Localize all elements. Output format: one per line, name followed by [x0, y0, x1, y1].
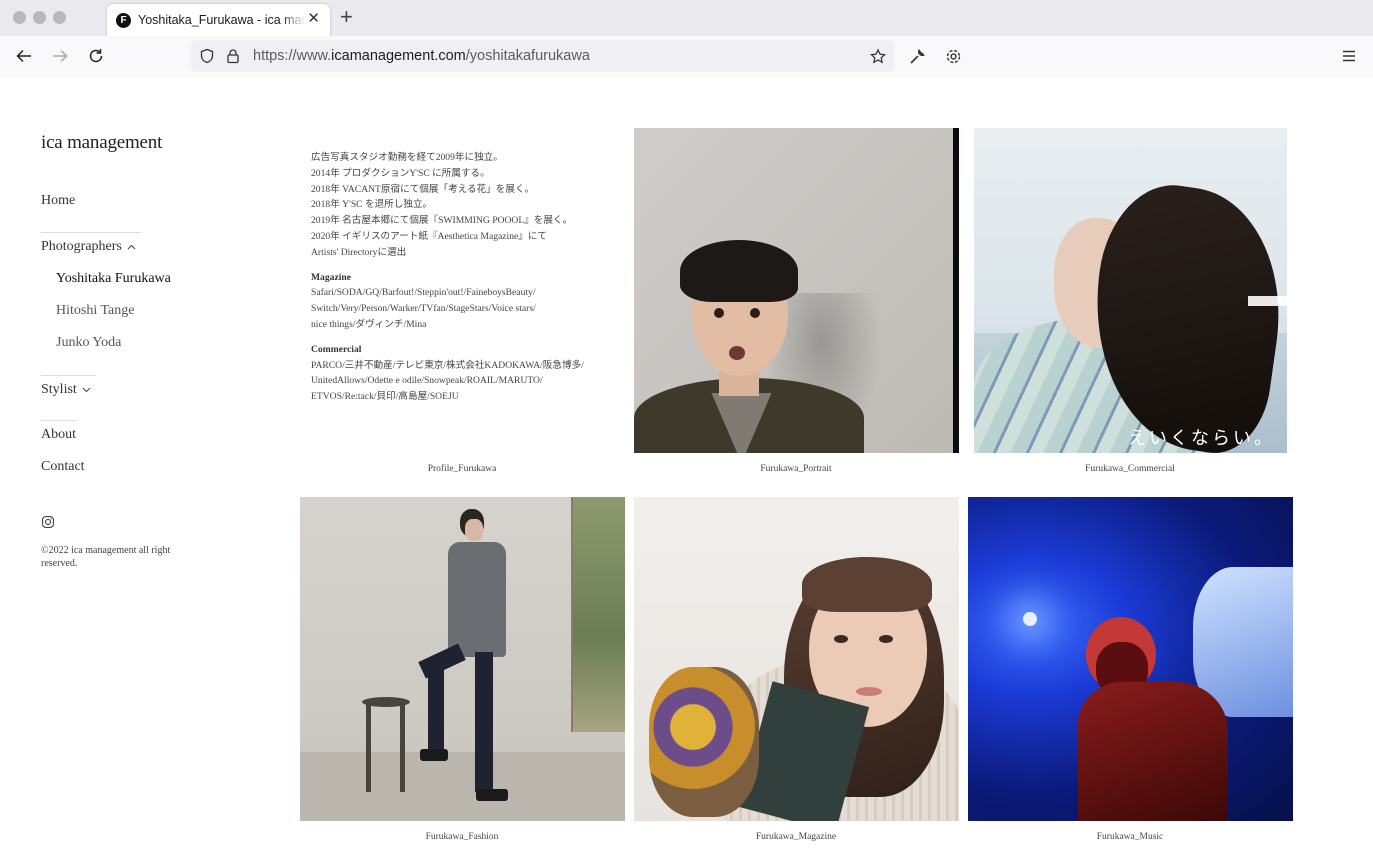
bookmark-star-icon[interactable]	[870, 47, 886, 64]
caption-magazine[interactable]: Furukawa_Magazine	[646, 832, 946, 842]
nav-divider	[41, 420, 77, 421]
gear-icon	[946, 49, 960, 63]
caption-music[interactable]: Furukawa_Music	[980, 832, 1280, 842]
nav-photographer-yoshitaka-furukawa[interactable]: Yoshitaka Furukawa	[56, 271, 171, 287]
bio-line: 2019年 名古屋本郷にて個展『SWIMMING POOOL』を展く。	[311, 215, 573, 227]
instagram-icon[interactable]	[42, 516, 54, 528]
magazine-line: nice things/ダヴィンチ/Mina	[311, 318, 427, 330]
caption-commercial[interactable]: Furukawa_Commercial	[980, 464, 1280, 474]
forward-button[interactable]	[48, 44, 72, 68]
nav-divider	[41, 232, 141, 233]
browser-tab-active[interactable]: F Yoshitaka_Furukawa - ica management ✕	[107, 4, 330, 36]
commercial-line: ETVOS/Re:tack/貝印/高島屋/SOEJU	[311, 391, 459, 403]
profile-bio: 広告写真スタジオ勤務を経て2009年に独立。 2014年 プロダクションY'SC…	[311, 150, 616, 261]
menu-button[interactable]	[1337, 44, 1361, 68]
thumb-magazine[interactable]	[634, 497, 959, 821]
nav-stylist[interactable]: Stylist	[41, 382, 91, 398]
nav-contact[interactable]: Contact	[41, 459, 85, 475]
chevron-up-icon	[127, 244, 136, 250]
reload-button[interactable]	[84, 44, 108, 68]
commercial-line: PARCO/三井不動産/テレビ東京/株式会社KADOKAWA/阪急博多/	[311, 359, 584, 371]
magazine-line: Safari/SODA/GQ/Barfout!/Steppin'out!/Fai…	[311, 287, 536, 299]
nav-photographer-hitoshi-tange[interactable]: Hitoshi Tange	[56, 303, 134, 319]
page-content: ica management Home Photographers Yoshit…	[0, 78, 1373, 865]
thumb-commercial[interactable]: えいくならい。	[974, 128, 1287, 453]
back-button[interactable]	[12, 44, 36, 68]
wrench-icon	[910, 48, 925, 63]
profile-text[interactable]: 広告写真スタジオ勤務を経て2009年に独立。 2014年 プロダクションY'SC…	[311, 150, 616, 405]
tab-title: Yoshitaka_Furukawa - ica management	[138, 13, 306, 27]
nav-stylist-label: Stylist	[41, 382, 77, 397]
nav-photographer-junko-yoda[interactable]: Junko Yoda	[56, 335, 121, 351]
favicon-icon: F	[116, 13, 131, 28]
copyright-text: ©2022 ica management all right reserved.	[41, 545, 171, 569]
nav-divider	[41, 375, 96, 376]
settings-button[interactable]	[941, 44, 965, 68]
wrench-button[interactable]	[905, 44, 929, 68]
address-bar[interactable]: https://www.icamanagement.com/yoshitakaf…	[191, 40, 894, 72]
caption-portrait[interactable]: Furukawa_Portrait	[646, 464, 946, 474]
commercial-line: UnitedAllows/Odette e odile/Snowpeak/ROA…	[311, 375, 543, 387]
reload-icon	[89, 49, 103, 63]
back-arrow-icon	[16, 49, 31, 63]
thumb-music[interactable]	[968, 497, 1293, 821]
forward-arrow-icon	[53, 49, 68, 63]
nav-home[interactable]: Home	[41, 193, 75, 209]
nav-photographers[interactable]: Photographers	[41, 239, 136, 255]
url-text[interactable]: https://www.icamanagement.com/yoshitakaf…	[253, 48, 590, 64]
caption-profile[interactable]: Profile_Furukawa	[312, 464, 612, 474]
maximize-window-button[interactable]	[53, 11, 66, 24]
nav-toolbar: https://www.icamanagement.com/yoshitakaf…	[0, 36, 1373, 78]
bio-line: 2020年 イギリスのアート紙『Aesthetica Magazine』にて	[311, 230, 548, 242]
chevron-down-icon	[82, 387, 91, 392]
thumb-fashion[interactable]	[300, 497, 625, 821]
new-tab-button[interactable]: +	[340, 6, 353, 28]
shield-icon[interactable]	[199, 48, 215, 64]
magazine-heading: Magazine	[311, 271, 351, 283]
caption-fashion[interactable]: Furukawa_Fashion	[312, 832, 612, 842]
nav-photographers-label: Photographers	[41, 239, 122, 254]
bio-line: 2018年 Y'SC を退所し独立。	[311, 199, 433, 211]
minimize-window-button[interactable]	[33, 11, 46, 24]
tab-close-icon[interactable]: ✕	[307, 11, 320, 27]
commercial-overlay-text: えいくならい。	[1128, 428, 1275, 449]
commercial-heading: Commercial	[311, 343, 362, 355]
browser-chrome: F Yoshitaka_Furukawa - ica management ✕ …	[0, 0, 1373, 78]
bio-line: Artists' Directoryに選出	[311, 246, 407, 258]
bio-line: 広告写真スタジオ勤務を経て2009年に独立。	[311, 152, 503, 163]
nav-about[interactable]: About	[41, 427, 76, 443]
site-logo[interactable]: ica management	[41, 132, 162, 154]
bio-line: 2018年 VACANT原宿にて個展「考える花」を展く。	[311, 183, 535, 195]
bio-line: 2014年 プロダクションY'SC に所属する。	[311, 167, 490, 179]
close-window-button[interactable]	[13, 11, 26, 24]
thumb-portrait[interactable]	[634, 128, 959, 453]
magazine-line: Switch/Very/Person/Warker/TVfan/StageSta…	[311, 303, 536, 315]
hamburger-menu-icon	[1343, 50, 1355, 62]
lock-icon[interactable]	[225, 48, 241, 64]
tab-strip: F Yoshitaka_Furukawa - ica management ✕ …	[0, 0, 1373, 36]
